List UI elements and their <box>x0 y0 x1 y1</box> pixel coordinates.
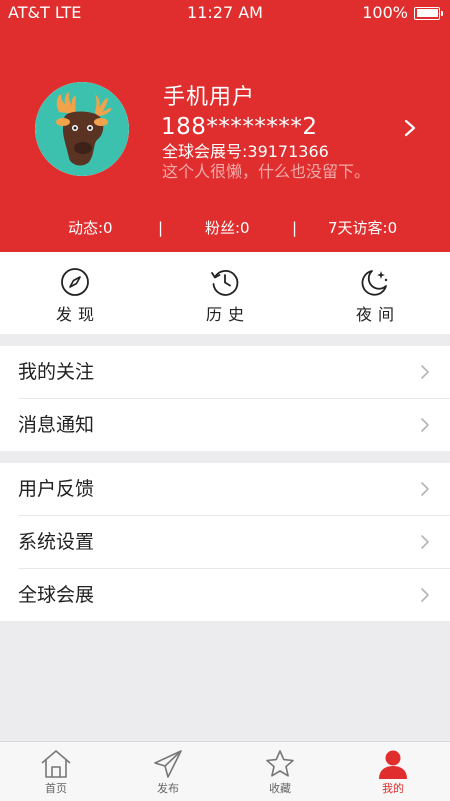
tab-favorites[interactable]: 收藏 <box>240 748 320 796</box>
quick-action-label: 历史 <box>205 305 250 324</box>
stat-divider: | <box>158 219 164 237</box>
chevron-right-icon <box>421 418 429 432</box>
menu-group-primary: 我的关注 消息通知 <box>0 346 450 451</box>
quick-action-history[interactable]: 历史 <box>175 266 275 326</box>
send-icon <box>154 750 182 778</box>
chevron-right-icon <box>421 482 429 496</box>
chevron-right-icon <box>421 588 429 602</box>
menu-item-global-expo[interactable]: 全球会展 <box>18 569 450 621</box>
quick-action-night[interactable]: 夜间 <box>325 266 425 326</box>
profile-name: 手机用户 <box>163 85 256 110</box>
battery-indicator: 100% <box>362 0 443 26</box>
stat-fans[interactable]: 粉丝:0 <box>205 216 250 240</box>
stat-visitors[interactable]: 7天访客:0 <box>328 216 397 240</box>
star-icon <box>266 750 294 777</box>
menu-item-notifications[interactable]: 消息通知 <box>18 399 450 451</box>
battery-percent: 100% <box>362 3 408 22</box>
compass-icon <box>61 268 89 296</box>
menu-item-feedback[interactable]: 用户反馈 <box>18 463 450 516</box>
tab-home[interactable]: 首页 <box>16 748 96 796</box>
tab-publish[interactable]: 发布 <box>128 748 208 796</box>
quick-action-label: 发现 <box>55 305 100 324</box>
menu-item-label: 全球会展 <box>18 584 95 606</box>
tab-bar: 首页 发布 收藏 我的 <box>0 741 450 801</box>
tab-label: 首页 <box>45 782 67 795</box>
menu-item-label: 用户反馈 <box>18 478 95 500</box>
tab-mine[interactable]: 我的 <box>353 748 433 796</box>
menu-item-label: 消息通知 <box>18 414 95 436</box>
profile-stats: 动态:0 | 粉丝:0 | 7天访客:0 <box>0 216 450 240</box>
stat-posts[interactable]: 动态:0 <box>68 216 113 240</box>
menu-item-label: 系统设置 <box>18 531 95 553</box>
chevron-right-icon <box>421 535 429 549</box>
status-bar: AT&T LTE 11:27 AM 100% <box>0 0 450 26</box>
user-icon <box>379 750 407 779</box>
quick-action-label: 夜间 <box>355 305 400 324</box>
quick-action-discover[interactable]: 发现 <box>25 266 125 326</box>
profile-phone: 188********2 <box>161 114 318 140</box>
battery-icon <box>414 6 443 20</box>
tab-label: 发布 <box>157 782 179 795</box>
moon-icon <box>361 270 388 296</box>
history-icon <box>211 270 239 296</box>
menu-item-following[interactable]: 我的关注 <box>18 346 450 399</box>
menu-item-settings[interactable]: 系统设置 <box>18 516 450 569</box>
avatar[interactable] <box>35 82 129 176</box>
profile-header: AT&T LTE 11:27 AM 100% 手机用户 188********2… <box>0 0 450 252</box>
stat-divider: | <box>292 219 298 237</box>
quick-actions: 发现 历史 夜间 <box>0 252 450 334</box>
profile-bio: 这个人很懒，什么也没留下。 <box>162 162 371 181</box>
chevron-right-icon[interactable] <box>400 118 420 138</box>
moose-avatar-icon <box>35 82 129 176</box>
home-icon <box>41 750 71 778</box>
tab-label: 我的 <box>382 782 404 795</box>
menu-item-label: 我的关注 <box>18 361 95 383</box>
tab-label: 收藏 <box>269 782 291 795</box>
menu-group-secondary: 用户反馈 系统设置 全球会展 <box>0 463 450 621</box>
chevron-right-icon <box>421 365 429 379</box>
profile-id: 全球会展号:39171366 <box>162 142 329 161</box>
